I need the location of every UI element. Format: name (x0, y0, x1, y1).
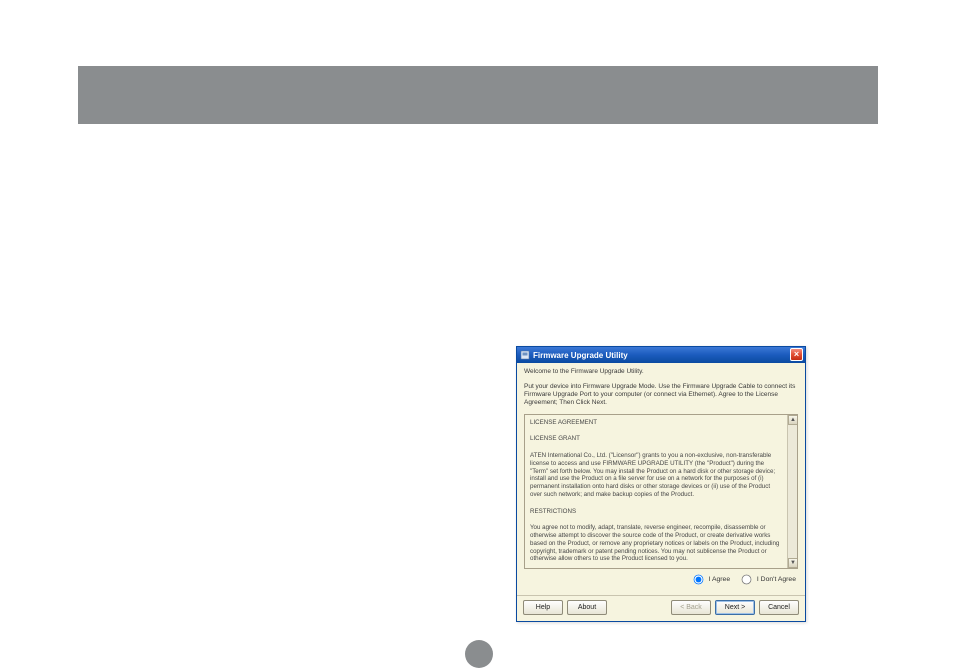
agreement-radio-group: I Agree I Don't Agree (524, 569, 798, 591)
dialog-titlebar[interactable]: Firmware Upgrade Utility × (517, 347, 805, 363)
about-button[interactable]: About (567, 600, 607, 615)
cancel-button[interactable]: Cancel (759, 600, 799, 615)
intro-line-1: Welcome to the Firmware Upgrade Utility. (524, 368, 798, 376)
license-heading-restrictions: RESTRICTIONS (530, 508, 780, 516)
radio-dont-agree[interactable]: I Don't Agree (740, 576, 796, 583)
next-button[interactable]: Next > (715, 600, 755, 615)
radio-dont-agree-label: I Don't Agree (757, 576, 796, 583)
radio-dont-agree-input[interactable] (742, 574, 752, 584)
license-heading-agreement: LICENSE AGREEMENT (530, 419, 780, 427)
help-button-label: Help (536, 604, 550, 611)
dialog-body: Welcome to the Firmware Upgrade Utility.… (517, 363, 805, 595)
license-restrictions-text: You agree not to modify, adapt, translat… (530, 524, 780, 563)
back-button: < Back (671, 600, 711, 615)
firmware-upgrade-dialog: Firmware Upgrade Utility × Welcome to th… (516, 346, 806, 622)
license-heading-grant: LICENSE GRANT (530, 435, 780, 443)
scroll-down-button[interactable]: ▼ (788, 558, 798, 568)
radio-agree-label: I Agree (709, 576, 731, 583)
license-content: LICENSE AGREEMENT LICENSE GRANT ATEN Int… (530, 419, 792, 564)
about-button-label: About (578, 604, 596, 611)
help-button[interactable]: Help (523, 600, 563, 615)
radio-agree-input[interactable] (693, 574, 703, 584)
chevron-down-icon: ▼ (790, 560, 796, 566)
back-button-label: < Back (680, 604, 702, 611)
dialog-button-strip: Help About < Back Next > Cancel (517, 595, 805, 621)
license-agreement-box: LICENSE AGREEMENT LICENSE GRANT ATEN Int… (524, 414, 798, 569)
app-icon (520, 350, 530, 360)
license-grant-text: ATEN International Co., Ltd. ("Licensor"… (530, 452, 780, 499)
scroll-up-button[interactable]: ▲ (788, 415, 798, 425)
close-icon: × (794, 350, 799, 359)
radio-agree[interactable]: I Agree (692, 576, 732, 583)
cancel-button-label: Cancel (768, 604, 790, 611)
dialog-title: Firmware Upgrade Utility (533, 351, 628, 360)
chevron-up-icon: ▲ (790, 417, 796, 423)
close-button[interactable]: × (790, 348, 803, 361)
intro-text: Welcome to the Firmware Upgrade Utility.… (524, 368, 798, 408)
header-gray-bar (78, 66, 878, 124)
license-scrollbar[interactable]: ▲ ▼ (787, 415, 797, 568)
intro-line-2: Put your device into Firmware Upgrade Mo… (524, 383, 798, 407)
next-button-label: Next > (725, 604, 745, 611)
